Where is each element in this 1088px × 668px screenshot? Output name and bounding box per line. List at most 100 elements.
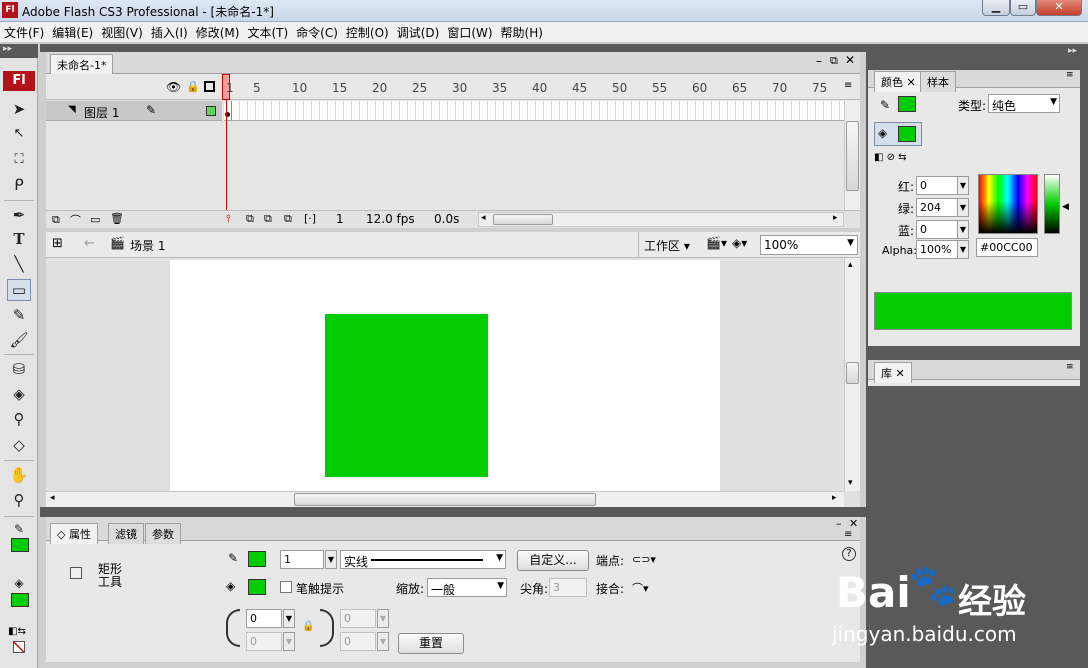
frames-row[interactable]: [224, 101, 844, 121]
join-style-icon[interactable]: ⌒▾: [632, 580, 649, 596]
alpha-dropdown[interactable]: ▼: [957, 240, 969, 259]
no-color-icon[interactable]: [13, 641, 25, 653]
scale-select[interactable]: 一般 ▼: [427, 578, 507, 597]
corner-radius-top-left-input[interactable]: 0: [246, 609, 282, 628]
hand-tool-icon[interactable]: ✋: [7, 464, 31, 486]
brightness-slider[interactable]: [1044, 174, 1060, 234]
layer-name[interactable]: 图层 1: [84, 104, 119, 121]
edit-multiple-frames-icon[interactable]: ⧉: [284, 212, 292, 226]
green-rectangle-shape[interactable]: [325, 314, 488, 477]
stroke-width-dropdown[interactable]: ▼: [325, 550, 337, 569]
menu-control[interactable]: 控制(O): [342, 24, 393, 41]
color-panel-fill-swatch[interactable]: [898, 126, 916, 142]
layer-outline-color-icon[interactable]: [206, 106, 216, 116]
menu-commands[interactable]: 命令(C): [292, 24, 342, 41]
outline-icon[interactable]: [204, 81, 215, 92]
document-tab[interactable]: 未命名-1*: [50, 54, 114, 75]
menu-help[interactable]: 帮助(H): [497, 24, 547, 41]
brush-tool-icon[interactable]: 🖌: [7, 329, 31, 351]
back-arrow-icon[interactable]: ←: [84, 236, 95, 251]
corner-radius-top-right-input[interactable]: 0: [340, 609, 376, 628]
timeline-vertical-scrollbar[interactable]: [844, 101, 860, 210]
ink-bottle-tool-icon[interactable]: ⛁: [7, 358, 31, 380]
lasso-tool-icon[interactable]: ᑭ: [7, 174, 31, 196]
right-dock-collapse-icon[interactable]: ▸▸: [1068, 46, 1077, 56]
miter-input[interactable]: 3: [549, 578, 587, 597]
insert-folder-icon[interactable]: ▭: [90, 213, 100, 226]
pen-tool-icon[interactable]: ✒: [7, 204, 31, 226]
menu-insert[interactable]: 插入(I): [147, 24, 192, 41]
custom-stroke-button[interactable]: 自定义...: [517, 550, 589, 571]
stage-vertical-scrollbar[interactable]: ▴ ▾: [844, 258, 860, 491]
subselection-tool-icon[interactable]: ↖: [7, 122, 31, 144]
minimize-doc-icon[interactable]: –: [816, 54, 822, 68]
close-doc-icon[interactable]: ✕: [845, 53, 855, 67]
corner-lock-icon[interactable]: 🔒: [302, 621, 314, 632]
corner-radius-bottom-left-input[interactable]: 0: [246, 632, 282, 651]
corner-radius-tl-dropdown[interactable]: ▼: [283, 609, 295, 628]
stage-vscroll-thumb[interactable]: [846, 362, 859, 384]
corner-radius-bl-dropdown[interactable]: ▼: [283, 632, 295, 651]
layer-row[interactable]: ◥ 图层 1 ✎: [46, 101, 222, 121]
add-motion-guide-icon[interactable]: ⌒: [70, 212, 81, 228]
menu-debug[interactable]: 调试(D): [393, 24, 444, 41]
selection-tool-icon[interactable]: ➤: [7, 98, 31, 120]
pencil-tool-icon[interactable]: ✎: [7, 304, 31, 326]
minimize-props-icon[interactable]: –: [836, 517, 842, 530]
zoom-select[interactable]: 100% ▼: [760, 235, 858, 255]
color-type-select[interactable]: 纯色 ▼: [988, 94, 1060, 113]
cap-style-icon[interactable]: ⊂⊃▾: [632, 553, 656, 566]
center-frame-icon[interactable]: ⫯: [226, 212, 231, 226]
library-panel-menu-icon[interactable]: ≡: [1066, 362, 1074, 372]
free-transform-tool-icon[interactable]: ⛶: [7, 148, 31, 170]
line-tool-icon[interactable]: ╲: [7, 253, 31, 275]
tab-properties[interactable]: ◇ 属性: [50, 523, 98, 544]
timeline-menu-icon[interactable]: ≡: [844, 80, 852, 91]
green-input[interactable]: 204: [916, 198, 958, 217]
tools-collapse-icon[interactable]: ▸▸: [0, 44, 38, 58]
stroke-width-input[interactable]: 1: [280, 550, 324, 569]
brightness-slider-arrow-icon[interactable]: ◀: [1062, 202, 1069, 212]
color-panel-stroke-swatch[interactable]: [898, 96, 916, 112]
onion-skin-icon[interactable]: ⧉: [246, 212, 254, 226]
fill-color-swatch[interactable]: [11, 593, 29, 607]
swap-colors-icon[interactable]: ◧⇆: [8, 626, 26, 637]
restore-doc-icon[interactable]: ⧉: [830, 54, 838, 68]
color-panel-small-icons[interactable]: ◧ ⊘ ⇆: [874, 152, 907, 163]
props-menu-icon[interactable]: ≡: [844, 529, 852, 540]
lock-icon[interactable]: 🔒: [186, 80, 200, 93]
green-dropdown[interactable]: ▼: [957, 198, 969, 217]
eraser-tool-icon[interactable]: ◇: [7, 434, 31, 456]
alpha-input[interactable]: 100%: [916, 240, 958, 259]
tab-parameters[interactable]: 参数: [145, 523, 181, 544]
corner-radius-bottom-right-input[interactable]: 0: [340, 632, 376, 651]
blue-dropdown[interactable]: ▼: [957, 220, 969, 239]
paint-bucket-tool-icon[interactable]: ◈: [7, 383, 31, 405]
edit-scene-icon[interactable]: ◈▾: [732, 236, 747, 250]
red-dropdown[interactable]: ▼: [957, 176, 969, 195]
stroke-hinting-checkbox[interactable]: [280, 581, 292, 593]
reset-button[interactable]: 重置: [398, 633, 464, 654]
menu-text[interactable]: 文本(T): [243, 24, 292, 41]
tab-color[interactable]: 颜色 ✕: [874, 71, 923, 92]
stage-hscroll-thumb[interactable]: [294, 493, 596, 506]
modify-onion-markers-icon[interactable]: [·]: [304, 212, 316, 225]
menu-view[interactable]: 视图(V): [97, 24, 147, 41]
timeline-hscroll-thumb[interactable]: [493, 214, 553, 225]
show-hide-eye-icon[interactable]: 👁: [166, 80, 181, 94]
menu-modify[interactable]: 修改(M): [192, 24, 244, 41]
eyedropper-tool-icon[interactable]: ⚲: [7, 408, 31, 430]
hex-color-input[interactable]: #00CC00: [976, 238, 1038, 257]
fill-color-picker[interactable]: [248, 579, 266, 595]
stroke-color-swatch[interactable]: [11, 538, 29, 552]
stroke-color-picker[interactable]: [248, 551, 266, 567]
close-window-button[interactable]: ✕: [1036, 0, 1082, 16]
onion-outline-icon[interactable]: ⧉: [264, 212, 272, 226]
tab-filters[interactable]: 滤镜: [108, 523, 144, 544]
insert-layer-icon[interactable]: ⧉: [52, 213, 60, 227]
stage-canvas[interactable]: [170, 260, 720, 491]
edit-symbols-icon[interactable]: 🎬▾: [706, 236, 727, 250]
menu-window[interactable]: 窗口(W): [443, 24, 496, 41]
red-input[interactable]: 0: [916, 176, 958, 195]
blue-input[interactable]: 0: [916, 220, 958, 239]
